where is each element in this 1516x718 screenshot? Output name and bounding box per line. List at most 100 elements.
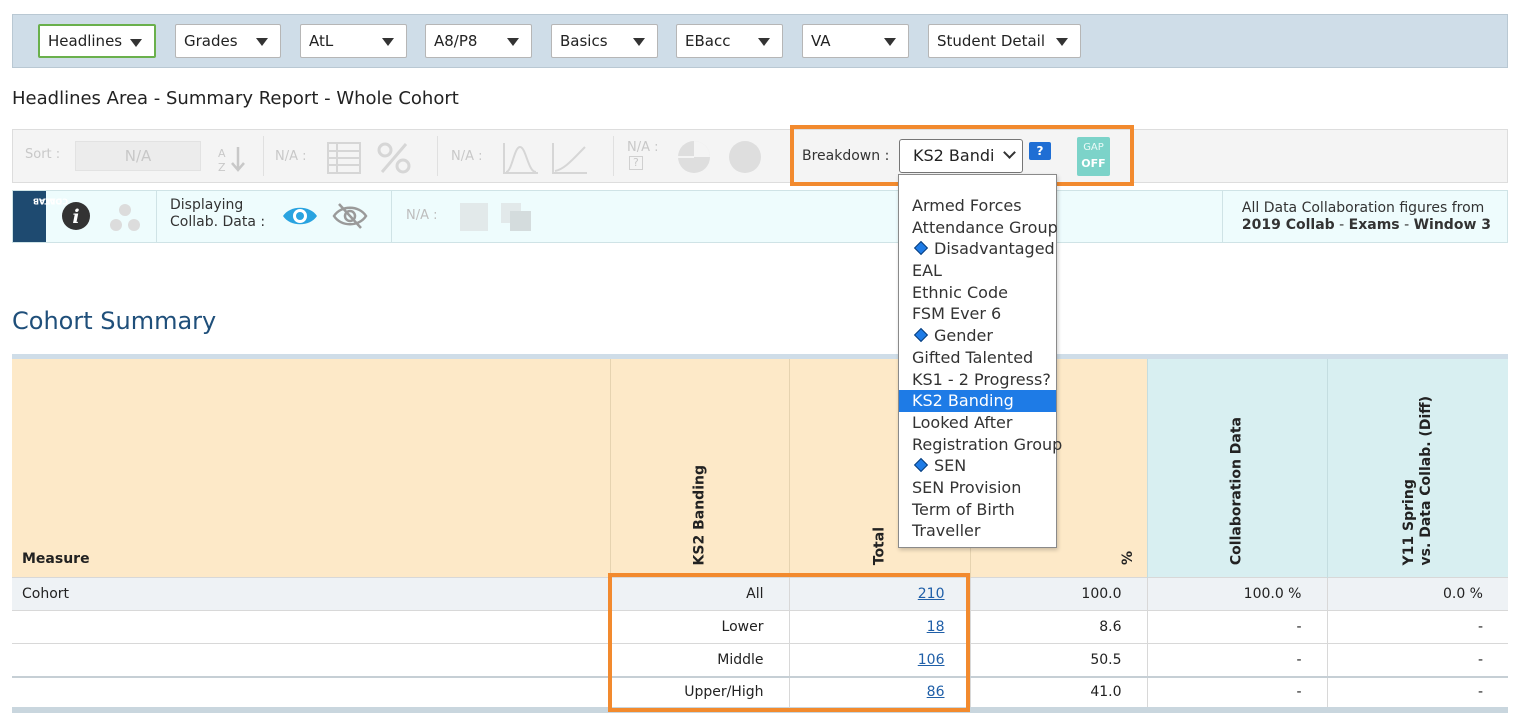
dropdown-option[interactable]: Gifted Talented bbox=[899, 347, 1056, 369]
chevron-down-icon bbox=[382, 38, 394, 46]
dropdown-option-label: KS1 - 2 Progress? bbox=[912, 369, 1051, 389]
nav-basics-dropdown[interactable]: Basics bbox=[551, 24, 658, 58]
toolbar-divider bbox=[263, 136, 264, 176]
toolbar-divider bbox=[613, 136, 614, 176]
chevron-down-icon bbox=[507, 38, 519, 46]
dropdown-option[interactable]: Registration Group bbox=[899, 434, 1062, 456]
chevron-down-icon bbox=[633, 38, 645, 46]
dropdown-option[interactable]: Ethnic Code bbox=[899, 282, 1056, 304]
na-label-2: N/A : bbox=[451, 149, 483, 164]
nav-basics-label: Basics bbox=[560, 32, 608, 50]
nav-ebacc-dropdown[interactable]: EBacc bbox=[676, 24, 783, 58]
header-diff: Y11 Spring vs. Data Collab. (Diff) bbox=[1326, 354, 1508, 578]
pie-chart-icon[interactable] bbox=[676, 139, 712, 175]
cell-collab: - bbox=[1146, 610, 1327, 644]
nav-student-detail-label: Student Detail bbox=[937, 32, 1046, 50]
collab-divider bbox=[391, 191, 392, 242]
cell-collab: - bbox=[1146, 675, 1327, 713]
stack-icon[interactable] bbox=[499, 201, 533, 233]
dropdown-option[interactable]: Looked After bbox=[899, 412, 1056, 434]
nav-a8p8-label: A8/P8 bbox=[434, 32, 478, 50]
collab-na-label: N/A : bbox=[406, 208, 438, 223]
nav-headlines-dropdown[interactable]: Headlines bbox=[38, 24, 156, 58]
sort-az-icon[interactable]: A Z bbox=[216, 144, 248, 174]
dropdown-option-label: Disadvantaged bbox=[934, 239, 1055, 259]
section-title: Cohort Summary bbox=[12, 307, 217, 335]
diamond-icon bbox=[913, 458, 929, 473]
dropdown-option[interactable]: KS1 - 2 Progress? bbox=[899, 369, 1056, 391]
header-diff-line1: Y11 Spring bbox=[1400, 478, 1417, 565]
info-icon[interactable]: i bbox=[61, 201, 91, 231]
dropdown-option[interactable]: Attendance Group bbox=[899, 217, 1058, 239]
nav-va-dropdown[interactable]: VA bbox=[802, 24, 909, 58]
dropdown-option-label: SEN bbox=[934, 456, 967, 476]
collab-source-type: Exams bbox=[1348, 217, 1400, 233]
nav-a8p8-dropdown[interactable]: A8/P8 bbox=[425, 24, 532, 58]
page-title: Headlines Area - Summary Report - Whole … bbox=[12, 88, 459, 109]
cell-measure bbox=[12, 675, 610, 713]
dropdown-option[interactable]: SEN bbox=[899, 455, 1056, 477]
collab-divider bbox=[156, 191, 157, 242]
nav-headlines-label: Headlines bbox=[48, 32, 123, 50]
svg-text:A: A bbox=[218, 147, 226, 160]
cell-measure bbox=[12, 643, 610, 677]
header-percent-text: % bbox=[1119, 550, 1136, 565]
displaying-collab-label: Displaying Collab. Data : bbox=[170, 197, 265, 231]
dropdown-option-label: Looked After bbox=[912, 412, 1013, 432]
cell-measure: Cohort bbox=[12, 577, 610, 611]
chevron-down-icon bbox=[1056, 38, 1068, 46]
table-icon[interactable] bbox=[326, 141, 362, 175]
dropdown-option[interactable]: FSM Ever 6 bbox=[899, 303, 1056, 325]
dropdown-option[interactable]: Armed Forces bbox=[899, 195, 1056, 217]
dropdown-option[interactable]: Traveller bbox=[899, 520, 1056, 542]
report-toolbar: Sort : N/A A Z N/A : N/A : N/A : ? bbox=[12, 129, 1508, 183]
cell-percent: 8.6 bbox=[969, 610, 1147, 644]
dropdown-option[interactable]: SEN Provision bbox=[899, 477, 1056, 499]
collab-divider bbox=[1222, 191, 1223, 242]
dropdown-option-label: Attendance Group bbox=[912, 217, 1058, 237]
dropdown-option[interactable]: Disadvantaged bbox=[899, 238, 1056, 260]
dropdown-option-label: KS2 Banding bbox=[912, 391, 1014, 411]
dropdown-option-label: FSM Ever 6 bbox=[912, 304, 1002, 324]
collab-bar: DATA COLLAB i Displaying Collab. Data : N… bbox=[12, 190, 1508, 243]
square-icon[interactable] bbox=[460, 203, 488, 231]
dropdown-option-label: Registration Group bbox=[912, 434, 1063, 454]
collab-source-info: All Data Collaboration figures from 2019… bbox=[1242, 200, 1491, 234]
collab-source-window: Window 3 bbox=[1413, 217, 1491, 233]
top-nav-bar: Headlines Grades AtL A8/P8 Basics EBacc … bbox=[12, 14, 1508, 68]
collab-source-sep: - bbox=[1334, 217, 1349, 233]
sort-input[interactable]: N/A bbox=[75, 141, 201, 171]
cell-collab: 100.0 % bbox=[1146, 577, 1327, 611]
dropdown-option-label: EAL bbox=[912, 261, 942, 281]
header-total-text: Total bbox=[871, 526, 887, 565]
network-icon[interactable] bbox=[109, 201, 141, 233]
nav-grades-dropdown[interactable]: Grades bbox=[175, 24, 281, 58]
eye-icon[interactable] bbox=[281, 203, 319, 229]
line-chart-icon[interactable] bbox=[551, 141, 589, 175]
header-ks2-banding-text: KS2 Banding bbox=[691, 464, 707, 565]
collab-source-line1: All Data Collaboration figures from bbox=[1241, 200, 1485, 216]
circle-icon[interactable] bbox=[727, 139, 763, 175]
chevron-down-icon bbox=[130, 39, 142, 47]
nav-student-detail-dropdown[interactable]: Student Detail bbox=[928, 24, 1081, 58]
dropdown-option[interactable]: Gender bbox=[899, 325, 1056, 347]
displaying-line1: Displaying bbox=[170, 197, 244, 213]
diamond-icon bbox=[913, 328, 929, 343]
dropdown-option-selected[interactable]: KS2 Banding bbox=[899, 390, 1056, 412]
percent-icon[interactable] bbox=[376, 141, 412, 175]
displaying-line2: Collab. Data : bbox=[170, 214, 266, 230]
eye-off-icon[interactable] bbox=[331, 201, 369, 231]
cell-diff: - bbox=[1326, 675, 1508, 713]
bell-curve-icon[interactable] bbox=[502, 141, 540, 175]
dropdown-option[interactable]: EAL bbox=[899, 260, 1056, 282]
na-label-3: N/A : bbox=[627, 140, 659, 155]
sort-label: Sort : bbox=[25, 147, 61, 162]
dropdown-option-label: SEN Provision bbox=[912, 477, 1022, 497]
chevron-down-icon bbox=[884, 38, 896, 46]
header-diff-text: Y11 Spring vs. Data Collab. (Diff) bbox=[1401, 396, 1435, 565]
cell-diff: - bbox=[1326, 610, 1508, 644]
chevron-down-icon bbox=[758, 38, 770, 46]
dropdown-option-label: Gifted Talented bbox=[912, 347, 1034, 367]
nav-atl-dropdown[interactable]: AtL bbox=[300, 24, 407, 58]
dropdown-option[interactable]: Term of Birth bbox=[899, 499, 1056, 521]
